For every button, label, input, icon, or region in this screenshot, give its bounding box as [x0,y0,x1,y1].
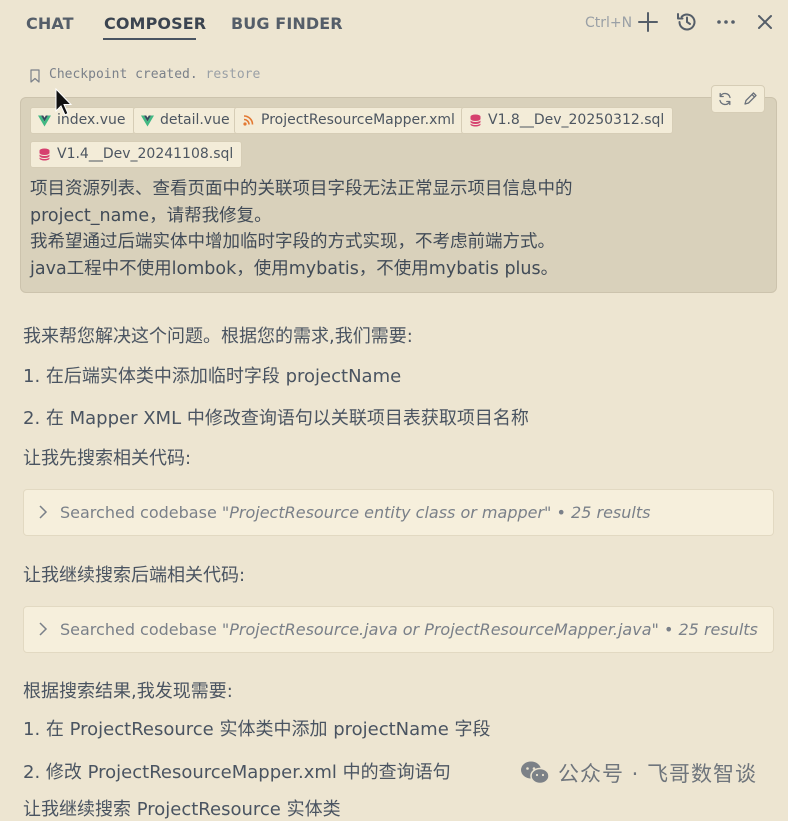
refresh-icon[interactable] [717,91,733,107]
attachment-chip[interactable]: index.vue [30,107,135,134]
chevron-right-icon [39,505,48,519]
tab-composer[interactable]: COMPOSER [104,14,206,33]
attachment-label: ProjectResourceMapper.xml [261,112,455,128]
new-chat-shortcut: Ctrl+N [585,15,633,31]
checkpoint-line: Checkpoint created. restore [49,67,260,82]
database-icon [470,114,481,127]
close-icon[interactable] [753,10,777,34]
search-results-count: • 25 results [663,620,758,639]
assistant-step: 1. 在后端实体类中添加临时字段 projectName [23,366,402,387]
user-message-line: java工程中不使用lombok，使用mybatis，不使用mybatis pl… [30,258,559,279]
tab-bug-finder[interactable]: BUG FINDER [231,14,343,33]
wechat-icon [521,761,550,785]
user-message-text: 项目资源列表、查看页面中的关联项目字段无法正常显示项目信息中的 project_… [30,176,730,282]
checkpoint-text: Checkpoint created. [49,67,198,82]
vue-icon [141,115,154,127]
attachment-label: V1.8__Dev_20250312.sql [488,112,665,128]
user-message-line: project_name，请帮我修复。 [30,205,272,226]
search-query: "ProjectResource.java or ProjectResource… [221,620,659,639]
search-result-collapsible[interactable]: Searched codebase "ProjectResource.java … [23,606,774,653]
database-icon [39,148,50,161]
user-message-line: 我希望通过后端实体中增加临时字段的方式实现，不考虑前端方式。 [30,232,555,252]
user-message-line: 项目资源列表、查看页面中的关联项目字段无法正常显示项目信息中的 [30,179,573,199]
mouse-cursor-icon [55,88,73,116]
attachment-chip[interactable]: V1.8__Dev_20250312.sql [461,107,674,134]
message-actions [711,85,765,113]
attachment-chip[interactable]: detail.vue [133,107,239,134]
history-icon[interactable] [675,10,699,34]
watermark-text: 公众号 · 飞哥数智谈 [558,762,758,786]
active-tab-indicator [103,38,196,40]
plus-icon[interactable] [636,10,660,34]
edit-icon[interactable] [742,91,758,107]
restore-link[interactable]: restore [206,67,261,82]
assistant-step: 2. 修改 ProjectResourceMapper.xml 中的查询语句 [23,762,451,783]
assistant-text: 让我先搜索相关代码: [23,448,192,469]
top-tab-bar: CHAT COMPOSER BUG FINDER Ctrl+N [0,0,788,46]
chevron-right-icon [39,622,48,636]
more-options-icon[interactable] [714,10,738,34]
rss-icon [243,115,254,126]
attachment-label: detail.vue [160,112,230,128]
attachment-label: V1.4__Dev_20241108.sql [57,146,234,162]
search-prefix: Searched codebase [60,503,217,522]
search-result-collapsible[interactable]: Searched codebase "ProjectResource entit… [23,489,774,536]
assistant-step: 2. 在 Mapper XML 中修改查询语句以关联项目表获取项目名称 [23,408,529,429]
attachment-chip[interactable]: V1.4__Dev_20241108.sql [30,141,243,168]
assistant-text: 让我继续搜索后端相关代码: [23,565,246,586]
assistant-text: 根据搜索结果,我发现需要: [23,681,233,702]
assistant-step: 1. 在 ProjectResource 实体类中添加 projectName … [23,719,491,740]
assistant-text: 让我继续搜索 ProjectResource 实体类 [23,799,341,820]
attachment-chip[interactable]: ProjectResourceMapper.xml [234,107,464,134]
assistant-intro: 我来帮您解决这个问题。根据您的需求,我们需要: [23,326,413,347]
search-query: "ProjectResource entity class or mapper" [221,503,552,522]
vue-icon [38,115,51,127]
search-prefix: Searched codebase [60,620,217,639]
bookmark-icon [30,69,40,83]
tab-chat[interactable]: CHAT [26,14,74,33]
search-results-count: • 25 results [556,503,651,522]
